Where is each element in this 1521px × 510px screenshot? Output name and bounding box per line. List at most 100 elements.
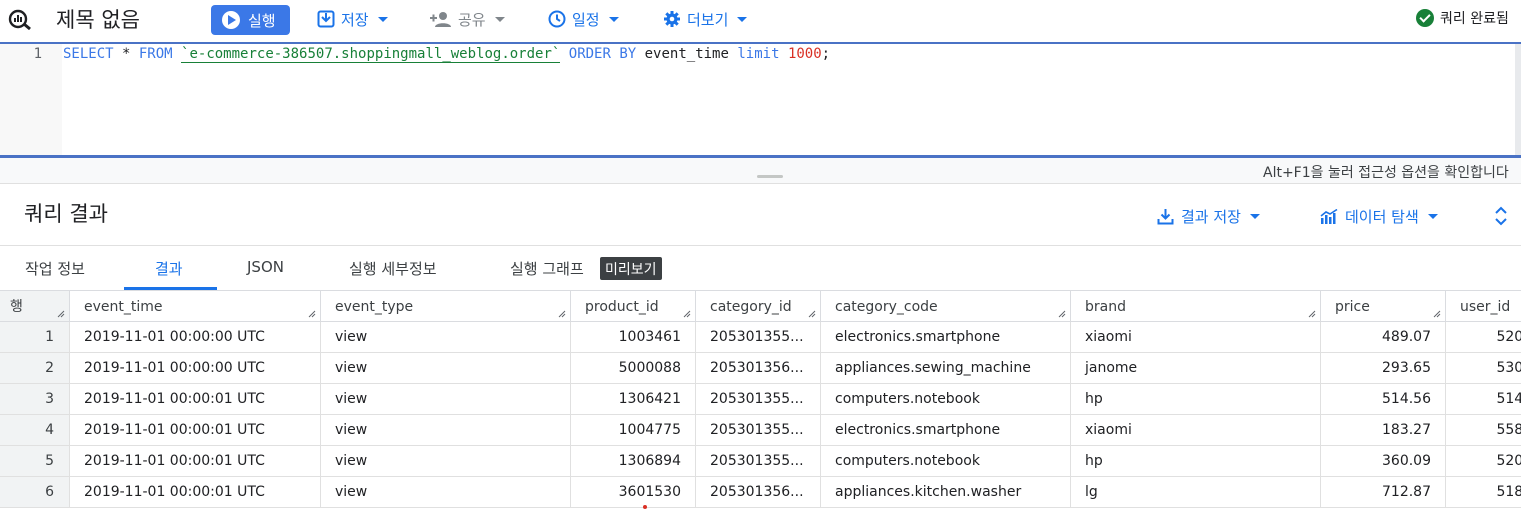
column-header-label: brand [1085, 299, 1126, 315]
table-cell-user-id: 52008 [1446, 322, 1521, 353]
tab-job-info[interactable]: 작업 정보 [25, 258, 85, 279]
explore-data-label: 데이터 탐색 [1345, 208, 1419, 226]
keyword-select: SELECT [63, 46, 114, 62]
table-cell-category-id: 205301355... [696, 322, 821, 353]
table-cell-brand: lg [1071, 477, 1321, 508]
table-cell-product-id: 1003461 [571, 322, 696, 353]
save-results-button[interactable]: 결과 저장 [1157, 206, 1260, 227]
chevron-down-icon [737, 16, 748, 22]
save-icon [317, 10, 335, 28]
resize-handle[interactable] [757, 175, 783, 178]
column-header-event-type[interactable]: event_type [321, 291, 571, 322]
more-menu-button[interactable]: 더보기 [663, 7, 748, 31]
token-semicolon: ; [821, 46, 831, 62]
column-header-event-time[interactable]: event_time [70, 291, 321, 322]
table-cell-event-type: view [321, 384, 571, 415]
column-resize-icon[interactable] [308, 310, 316, 318]
keyword-from: FROM [138, 46, 173, 62]
token-star: * [113, 46, 139, 62]
row-number: 6 [0, 477, 70, 508]
status-text: 쿼리 완료됨 [1440, 11, 1509, 27]
gear-icon [664, 11, 680, 27]
play-icon [222, 11, 240, 29]
download-icon [1157, 209, 1174, 225]
chevron-down-icon [377, 16, 388, 22]
table-cell-event-time: 2019-11-01 00:00:00 UTC [70, 322, 321, 353]
tab-json[interactable]: JSON [247, 258, 284, 276]
table-cell-category-id: 205301356... [696, 477, 821, 508]
column-resize-icon[interactable] [808, 310, 816, 318]
share-label: 공유 [458, 10, 486, 29]
table-cell-product-id: 5000088 [571, 353, 696, 384]
table-cell-user-id: 55885 [1446, 415, 1521, 446]
table-cell-product-id: 1306894 [571, 446, 696, 477]
share-menu-button[interactable]: 공유 [430, 7, 505, 31]
row-number: 4 [0, 415, 70, 446]
tab-execution-graph[interactable]: 실행 그래프 [510, 258, 584, 279]
table-cell-event-time: 2019-11-01 00:00:01 UTC [70, 477, 321, 508]
token-column: event_time [636, 46, 738, 62]
table-cell-category-code: electronics.smartphone [821, 415, 1071, 446]
schedule-menu-button[interactable]: 일정 [548, 7, 619, 31]
run-button[interactable]: 실행 [211, 5, 290, 35]
tab-results[interactable]: 결과 [155, 258, 183, 279]
table-cell-price: 293.65 [1321, 353, 1446, 384]
table-cell-event-type: view [321, 353, 571, 384]
table-cell-event-time: 2019-11-01 00:00:00 UTC [70, 353, 321, 384]
sql-code-line[interactable]: SELECT * FROM `e-commerce-386507.shoppin… [63, 46, 831, 63]
column-resize-icon[interactable] [1058, 310, 1066, 318]
column-header-product-id[interactable]: product_id [571, 291, 696, 322]
table-cell-brand: janome [1071, 353, 1321, 384]
column-resize-icon[interactable] [1433, 310, 1441, 318]
table-cell-product-id: 1306421 [571, 384, 696, 415]
column-resize-icon[interactable] [57, 310, 65, 318]
accessibility-hint: Alt+F1을 눌러 접근성 옵션을 확인합니다 [1263, 165, 1509, 181]
table-cell-category-code: computers.notebook [821, 446, 1071, 477]
table-cell-category-id: 205301355... [696, 446, 821, 477]
explore-data-button[interactable]: 데이터 탐색 [1320, 206, 1438, 227]
keyword-order-by: ORDER BY [568, 46, 637, 62]
table-cell-event-type: view [321, 322, 571, 353]
line-number: 1 [33, 46, 42, 62]
results-title: 쿼리 결과 [24, 202, 108, 226]
cursor-marker [643, 505, 647, 509]
table-cell-brand: hp [1071, 384, 1321, 415]
schedule-icon [548, 10, 566, 28]
table-cell-price: 514.56 [1321, 384, 1446, 415]
chevron-down-icon [608, 16, 619, 22]
schedule-label: 일정 [572, 10, 600, 29]
limit-value: 1000 [787, 46, 822, 62]
table-cell-category-id: 205301355... [696, 415, 821, 446]
editor-scrollbar[interactable] [1515, 44, 1521, 155]
check-circle-icon [1416, 9, 1434, 27]
row-number: 3 [0, 384, 70, 415]
table-cell-category-code: appliances.sewing_machine [821, 353, 1071, 384]
table-cell-event-time: 2019-11-01 00:00:01 UTC [70, 384, 321, 415]
column-header-category-code[interactable]: category_code [821, 291, 1071, 322]
table-cell-brand: hp [1071, 446, 1321, 477]
table-cell-price: 183.27 [1321, 415, 1446, 446]
column-resize-icon[interactable] [558, 310, 566, 318]
save-menu-button[interactable]: 저장 [317, 7, 388, 31]
editor-hint-bar: Alt+F1을 눌러 접근성 옵션을 확인합니다 [0, 158, 1521, 184]
table-cell-price: 489.07 [1321, 322, 1446, 353]
column-header-user-id[interactable]: user_id [1446, 291, 1521, 322]
keyword-limit: limit [737, 46, 780, 62]
column-header-brand[interactable]: brand [1071, 291, 1321, 322]
expand-icon[interactable] [1493, 206, 1509, 226]
column-resize-icon[interactable] [1308, 310, 1316, 318]
top-toolbar: 제목 없음 실행 저장 공유 일정 더보기 쿼리 완료됨 [0, 0, 1521, 42]
editor-gutter: 1 [0, 44, 62, 155]
table-reference[interactable]: `e-commerce-386507.shoppingmall_weblog.o… [181, 46, 561, 63]
sql-editor[interactable]: 1 SELECT * FROM `e-commerce-386507.shopp… [0, 42, 1521, 158]
query-title[interactable]: 제목 없음 [56, 4, 140, 34]
table-cell-category-code: appliances.kitchen.washer [821, 477, 1071, 508]
column-header-category-id[interactable]: category_id [696, 291, 821, 322]
column-resize-icon[interactable] [683, 310, 691, 318]
table-cell-category-id: 205301356... [696, 353, 821, 384]
table-cell-category-id: 205301355... [696, 384, 821, 415]
column-header-price[interactable]: price [1321, 291, 1446, 322]
tab-execution-details[interactable]: 실행 세부정보 [349, 258, 437, 279]
chevron-down-icon [1249, 214, 1260, 219]
table-cell-user-id: 51808 [1446, 477, 1521, 508]
